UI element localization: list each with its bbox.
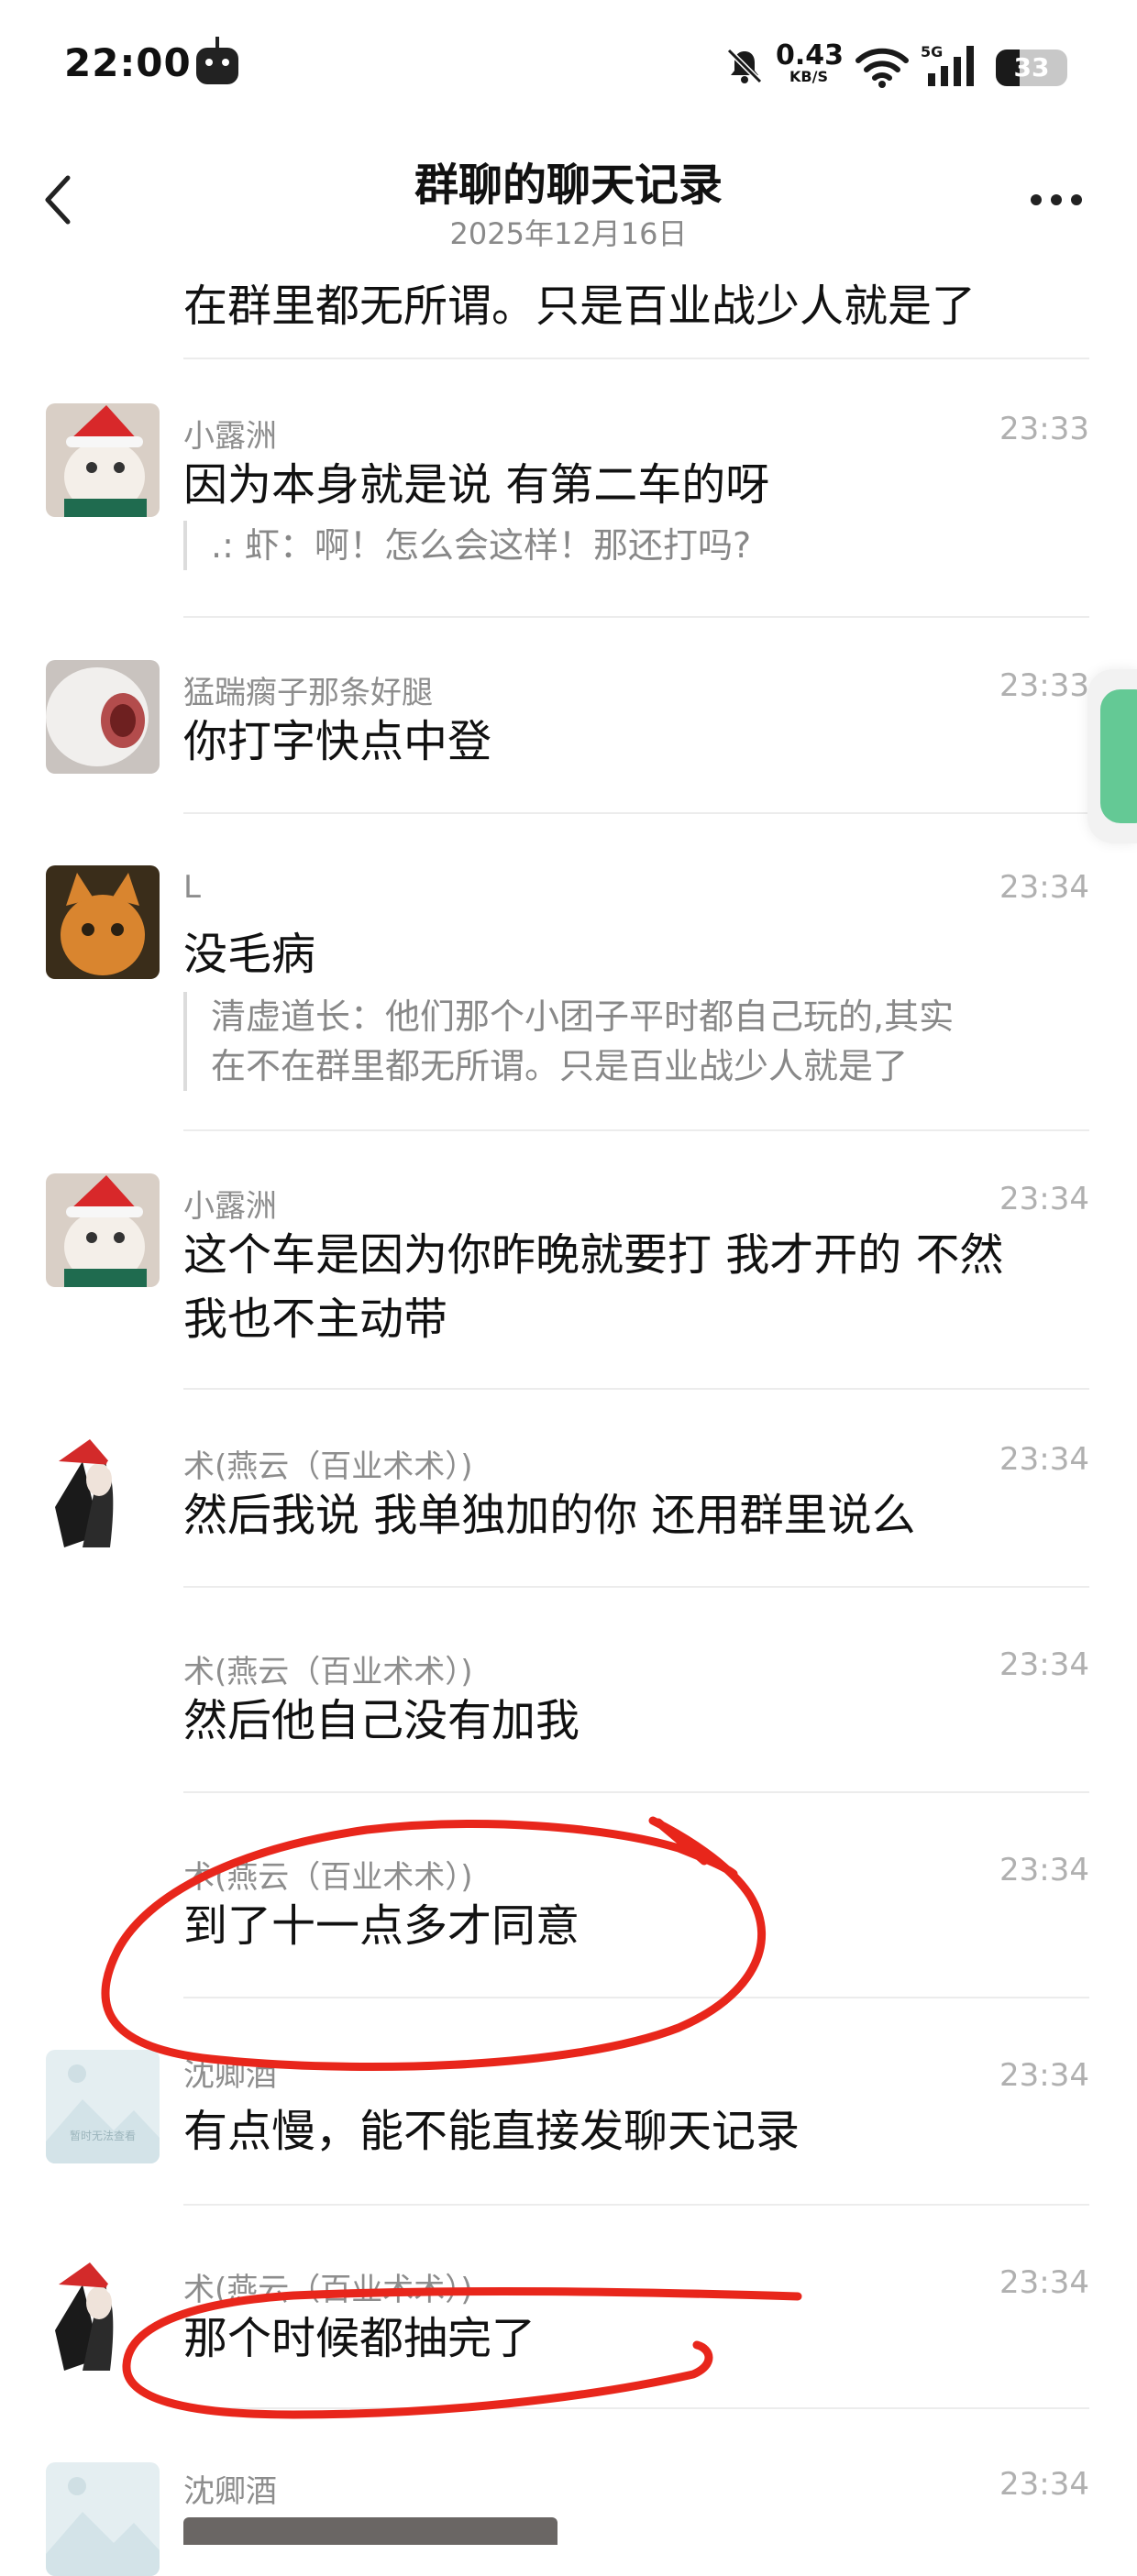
network-speed-unit: KB/S <box>789 68 828 85</box>
message-text: 有点慢，能不能直接发聊天记录 <box>183 2106 800 2157</box>
network-speed-value: 0.43 <box>776 39 844 72</box>
more-dots-icon[interactable] <box>1027 189 1086 211</box>
message-time: 23:34 <box>999 1181 1089 1217</box>
sender-name: 沈卿酒 <box>183 2473 277 2510</box>
sender-name: L <box>183 869 201 906</box>
message-time: 23:33 <box>999 411 1089 447</box>
quoted-message-line: 在不在群里都无所谓。只是百业战少人就是了 <box>211 1046 909 1086</box>
quoted-message: .: 虾：啊！怎么会这样！那还打吗? <box>183 521 1091 570</box>
message-text: 那个时候都抽完了 <box>183 2313 536 2364</box>
message-divider <box>183 1129 1089 1131</box>
message-text: 然后他自己没有加我 <box>183 1695 580 1746</box>
message-text: 你打字快点中登 <box>183 716 492 767</box>
robot-app-icon <box>196 37 238 84</box>
message-text: 这个车是因为你昨晚就要打 我才开的 不然 我也不主动带 <box>183 1223 1091 1351</box>
message-divider <box>183 1997 1089 1998</box>
message-text: 没毛病 <box>183 929 316 980</box>
avatar[interactable] <box>46 1434 160 1547</box>
sender-name: 沈卿酒 <box>183 2057 277 2094</box>
chat-history-header: 群聊的聊天记录 2025年12月16日 <box>0 138 1137 257</box>
avatar[interactable] <box>46 865 160 979</box>
sender-name: 术(燕云（百业术术）) <box>183 1654 473 1690</box>
message-time: 23:34 <box>999 1646 1089 1683</box>
status-time: 22:00 <box>64 40 192 85</box>
sender-name: 术(燕云（百业术术）) <box>183 2272 473 2308</box>
avatar-caption: 暂时无法查看 <box>70 2130 136 2142</box>
avatar[interactable] <box>46 2257 160 2371</box>
message-divider <box>183 2407 1089 2409</box>
floating-chat-button[interactable] <box>1087 669 1137 843</box>
page-title: 群聊的聊天记录 <box>414 160 723 211</box>
message-divider <box>183 616 1089 618</box>
message-text: 到了十一点多才同意 <box>183 1900 580 1952</box>
sender-name: 小露洲 <box>183 1188 277 1225</box>
message-time: 23:34 <box>999 1441 1089 1478</box>
network-speed: 0.43 KB/S <box>776 39 844 85</box>
message-divider <box>183 358 1089 359</box>
message-time: 23:34 <box>999 2466 1089 2503</box>
message-time: 23:34 <box>999 2264 1089 2301</box>
avatar[interactable] <box>46 1173 160 1287</box>
status-bar: 22:00 0.43 KB/S 5G 33 <box>0 0 1137 138</box>
avatar[interactable] <box>46 2462 160 2576</box>
battery-indicator: 33 <box>996 50 1067 86</box>
message-text-line: 这个车是因为你昨晚就要打 我才开的 不然 <box>183 1229 1004 1281</box>
sender-name: 术(燕云（百业术术）) <box>183 1448 473 1485</box>
sender-name: 术(燕云（百业术术）) <box>183 1859 473 1896</box>
quoted-message: 清虚道长：他们那个小团子平时都自己玩的,其实 在不在群里都无所谓。只是百业战少人… <box>183 992 1091 1091</box>
message-divider <box>183 1791 1089 1793</box>
message-divider <box>183 812 1089 814</box>
page-date: 2025年12月16日 <box>449 216 688 251</box>
battery-level: 33 <box>1013 52 1050 83</box>
quoted-message-line: 清虚道长：他们那个小团子平时都自己玩的,其实 <box>211 996 955 1037</box>
message-time: 23:33 <box>999 667 1089 704</box>
message-text-line: 我也不主动带 <box>183 1294 448 1345</box>
message-time: 23:34 <box>999 869 1089 906</box>
message-list[interactable]: 在群里都无所谓。只是百业战少人就是了 小露洲 23:33 因为本身就是说 有第二… <box>0 257 1137 2576</box>
sender-name: 猛踹瘸子那条好腿 <box>183 675 433 711</box>
message-divider <box>183 2204 1089 2206</box>
message-divider <box>183 1586 1089 1588</box>
message-time: 23:34 <box>999 2057 1089 2094</box>
signal-label: 5G <box>921 43 943 61</box>
message-text: 然后我说 我单独加的你 还用群里说么 <box>183 1490 916 1541</box>
wifi-icon <box>856 48 909 88</box>
sender-name: 小露洲 <box>183 418 277 455</box>
message-divider <box>183 1388 1089 1390</box>
avatar[interactable] <box>46 403 160 517</box>
avatar[interactable] <box>46 660 160 774</box>
bell-off-icon <box>726 48 763 84</box>
message-text-fragment: 在群里都无所谓。只是百业战少人就是了 <box>183 281 977 332</box>
message-time: 23:34 <box>999 1852 1089 1888</box>
signal-bars-icon: 5G <box>921 43 974 86</box>
message-text: 因为本身就是说 有第二车的呀 <box>183 459 770 511</box>
avatar[interactable]: 暂时无法查看 <box>46 2050 160 2163</box>
